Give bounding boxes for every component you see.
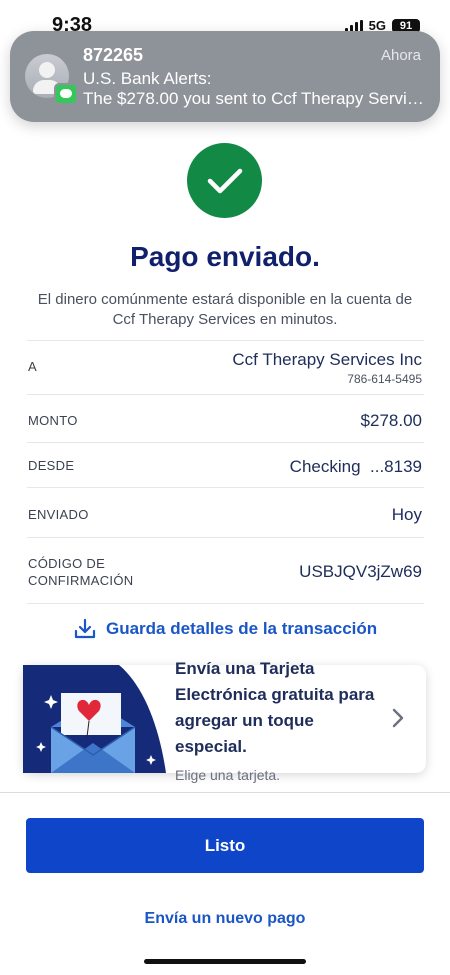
promo-title: Envía una Tarjeta Electrónica gratuita p… bbox=[175, 659, 375, 756]
detail-row-sent: ENVIADO Hoy bbox=[27, 487, 424, 538]
notification-title: 872265 bbox=[83, 45, 144, 65]
promo-subtitle: Elige una tarjeta. bbox=[175, 767, 281, 783]
recipient-phone: 786-614-5495 bbox=[347, 372, 422, 386]
notification-time: Ahora bbox=[380, 47, 421, 64]
envelope-illustration-icon bbox=[23, 665, 166, 773]
from-account-name: Checking bbox=[289, 457, 361, 476]
sent-value: Hoy bbox=[391, 505, 422, 524]
done-button[interactable]: Listo bbox=[26, 818, 424, 873]
from-account: Checking ...8139 bbox=[290, 457, 422, 477]
recipient-name: Ccf Therapy Services Inc bbox=[232, 350, 422, 369]
confirmation-code-value: USBJQV3jZw69 bbox=[299, 562, 422, 581]
from-label: DESDE bbox=[28, 458, 75, 473]
signal-icon bbox=[344, 19, 363, 32]
detail-row-amount: MONTO $278.00 bbox=[27, 394, 424, 443]
download-icon bbox=[74, 618, 96, 639]
save-details-link[interactable]: Guarda detalles de la transacción bbox=[74, 618, 377, 640]
chevron-right-icon bbox=[392, 708, 404, 728]
confirmation-subtitle: El dinero comúnmente estará disponible e… bbox=[37, 291, 413, 328]
save-details-label: Guarda detalles de la transacción bbox=[106, 619, 378, 638]
ecard-promo-card[interactable]: Envía una Tarjeta Electrónica gratuita p… bbox=[23, 659, 426, 773]
footer-divider bbox=[0, 792, 450, 793]
page-title: Pago enviado. bbox=[130, 241, 320, 272]
home-indicator[interactable] bbox=[144, 959, 306, 964]
detail-row-confirmation: CÓDIGO DE CONFIRMACIÓN USBJQV3jZw69 bbox=[27, 537, 424, 604]
battery-level: 91 bbox=[399, 19, 413, 32]
success-check-icon bbox=[187, 143, 262, 218]
detail-row-recipient: A Ccf Therapy Services Inc 786-614-5495 bbox=[27, 340, 424, 395]
notification-subtitle: U.S. Bank Alerts: bbox=[83, 69, 212, 88]
amount-label: MONTO bbox=[28, 413, 78, 428]
confirmation-code-label-line1: CÓDIGO DE bbox=[28, 556, 106, 571]
detail-row-from: DESDE Checking ...8139 bbox=[27, 442, 424, 488]
confirmation-code-label-line2: CONFIRMACIÓN bbox=[28, 573, 134, 588]
new-payment-link[interactable]: Envía un nuevo pago bbox=[0, 910, 450, 928]
messages-app-icon bbox=[54, 83, 78, 105]
sent-label: ENVIADO bbox=[28, 507, 89, 522]
notification-banner[interactable]: 872265 Ahora U.S. Bank Alerts: The $278.… bbox=[10, 31, 440, 122]
from-account-mask: ...8139 bbox=[370, 457, 422, 476]
amount-value: $278.00 bbox=[360, 411, 422, 430]
recipient-label: A bbox=[28, 359, 37, 374]
notification-text: The $278.00 you sent to Ccf Therapy Serv… bbox=[83, 89, 428, 108]
confirmation-code-label: CÓDIGO DE CONFIRMACIÓN bbox=[28, 555, 133, 589]
